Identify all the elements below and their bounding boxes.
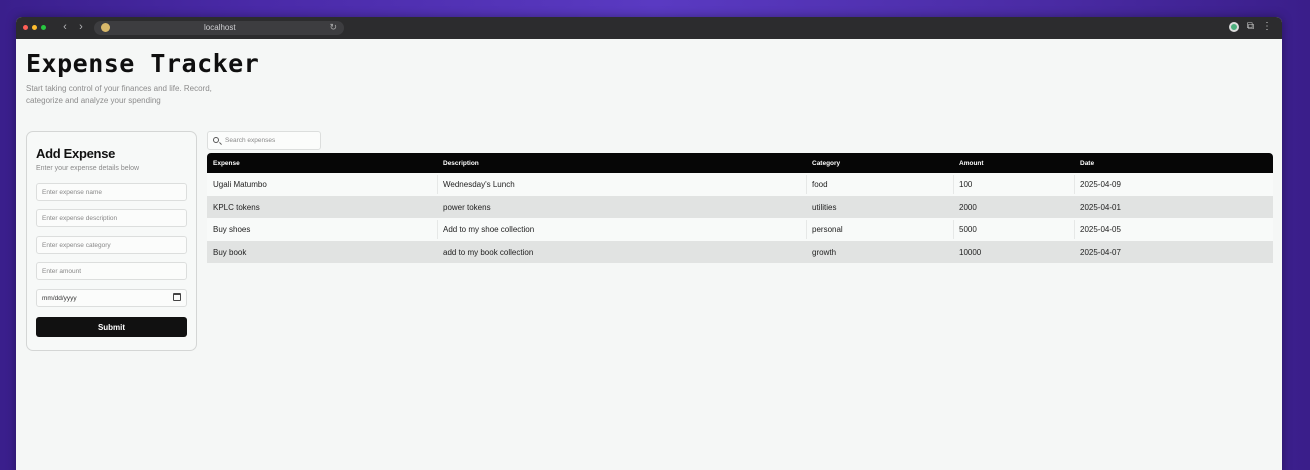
date-placeholder: mm/dd/yyyy [42,295,77,302]
page-content: Expense Tracker Start taking control of … [16,39,1282,470]
expense-name-input[interactable]: Enter expense name [36,183,187,201]
expenses-table: Expense Description Category Amount Date… [207,153,1273,263]
puzzle-icon[interactable]: ⧉ [1247,21,1254,32]
site-favicon-icon [101,23,110,32]
extension-icon[interactable] [1228,21,1239,32]
maximize-button[interactable] [41,25,46,30]
table-row[interactable]: Ugali Matumbo Wednesday's Lunch food 100… [207,173,1273,196]
header-amount: Amount [959,160,984,167]
cell-amount: 5000 [959,225,977,234]
cell-description: add to my book collection [443,247,534,257]
search-placeholder: Search expenses [225,137,276,144]
cell-date: 2025-04-05 [1080,225,1121,234]
cell-expense: Buy shoes [213,225,251,234]
table-row[interactable]: Buy shoes Add to my shoe collection pers… [207,218,1273,241]
back-icon[interactable]: ‹ [60,21,70,33]
add-expense-card: Add Expense Enter your expense details b… [26,131,197,351]
search-icon [213,137,219,143]
header-expense: Expense [213,160,240,167]
cell-amount: 2000 [959,202,977,212]
cell-category: growth [812,247,837,257]
menu-kebab-icon[interactable]: ⋮ [1262,21,1272,32]
forward-icon[interactable]: › [76,21,86,33]
submit-button[interactable]: Submit [36,317,187,337]
cell-description: Add to my shoe collection [443,225,535,234]
date-input[interactable]: mm/dd/yyyy [36,289,187,307]
browser-window: ‹ › localhost ↻ ⧉ ⋮ Expense Tracker Star… [16,17,1282,470]
cell-expense: KPLC tokens [213,202,260,212]
page-subtitle: Start taking control of your finances an… [26,84,212,105]
calendar-icon[interactable] [173,293,181,301]
cell-date: 2025-04-07 [1080,247,1121,257]
cell-expense: Ugali Matumbo [213,180,267,189]
window-controls [23,25,46,30]
minimize-button[interactable] [32,25,37,30]
header-description: Description [443,160,479,167]
form-title: Add Expense [36,146,116,161]
cell-expense: Buy book [213,247,247,257]
cell-category: utilities [812,202,837,212]
url-text: localhost [204,23,236,32]
page-title: Expense Tracker [26,49,260,78]
cell-date: 2025-04-01 [1080,202,1121,212]
browser-toolbar: ‹ › localhost ↻ ⧉ ⋮ [16,17,1282,39]
cell-category: personal [812,225,843,234]
expense-description-input[interactable]: Enter expense description [36,209,187,227]
address-bar[interactable]: localhost ↻ [94,21,344,35]
header-category: Category [812,160,841,167]
cell-description: Wednesday's Lunch [443,180,515,189]
form-subtitle: Enter your expense details below [36,165,140,172]
header-date: Date [1080,160,1095,167]
cell-description: power tokens [443,202,491,212]
amount-input[interactable]: Enter amount [36,262,187,280]
expense-category-input[interactable]: Enter expense category [36,236,187,254]
cell-amount: 100 [959,180,973,189]
table-row[interactable]: KPLC tokens power tokens utilities 2000 … [207,195,1273,218]
table-header: Expense Description Category Amount Date [207,153,1273,173]
table-row[interactable]: Buy book add to my book collection growt… [207,240,1273,263]
cell-amount: 10000 [959,247,982,257]
cell-date: 2025-04-09 [1080,180,1121,189]
close-button[interactable] [23,25,28,30]
search-input[interactable]: Search expenses [207,131,321,150]
reload-icon[interactable]: ↻ [329,22,337,33]
cell-category: food [812,180,828,189]
